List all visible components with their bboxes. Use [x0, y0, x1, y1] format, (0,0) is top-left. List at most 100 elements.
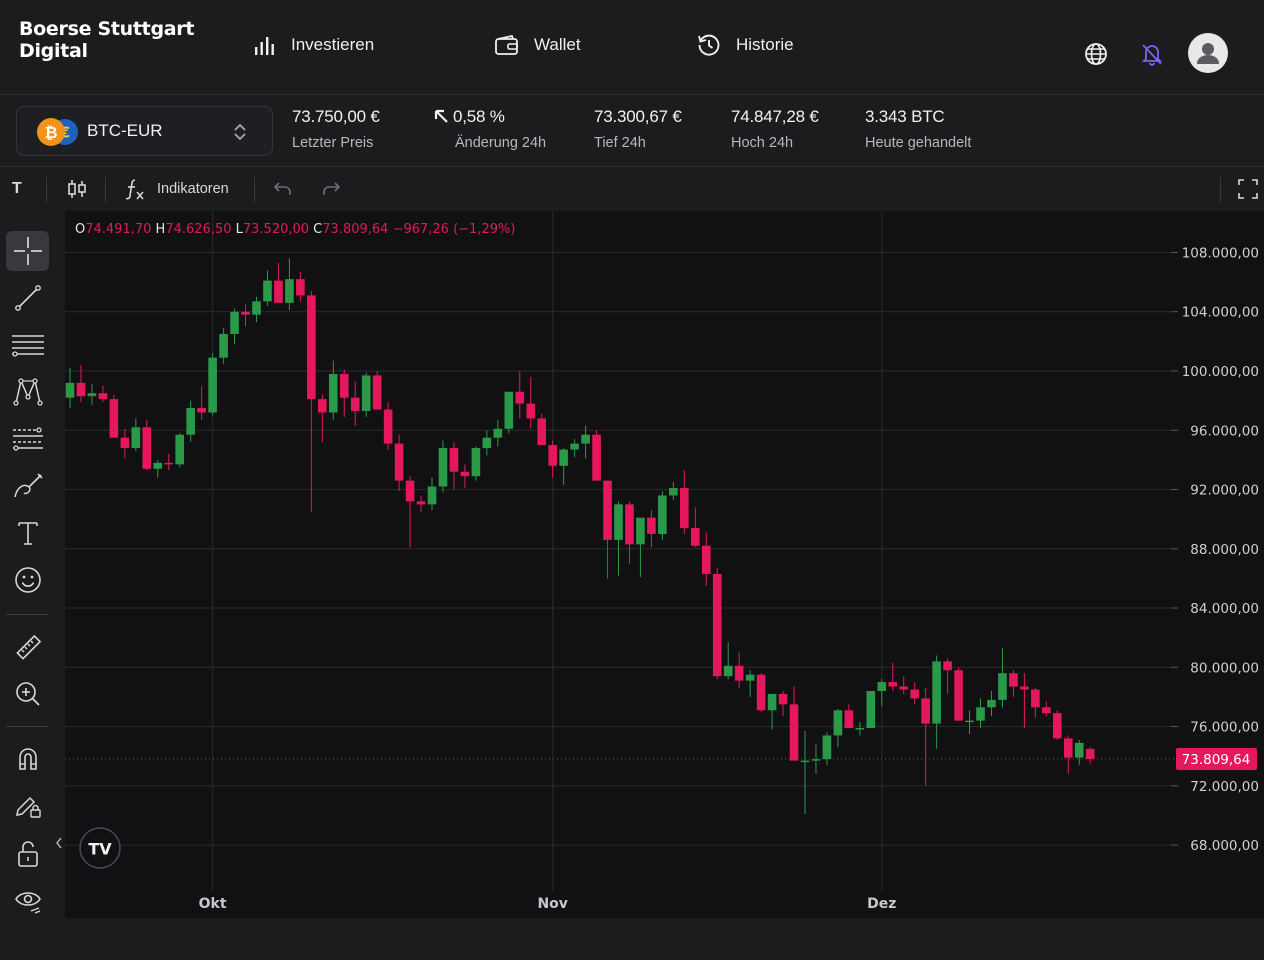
- candle-body: [394, 443, 404, 481]
- undo-button[interactable]: [273, 167, 293, 211]
- wallet-icon: [495, 34, 518, 55]
- price-chart[interactable]: 108.000,00 104.000,00 100.000,00 96.000,00 9…: [65, 211, 1264, 918]
- candle: [350, 381, 360, 426]
- nav-wallet-label: Wallet: [534, 35, 581, 54]
- candle: [789, 686, 799, 761]
- candle-body: [932, 661, 941, 724]
- candle: [120, 428, 130, 459]
- candle: [98, 385, 108, 403]
- candle: [307, 291, 316, 512]
- fib-retracement-icon: [12, 427, 43, 451]
- text-tool[interactable]: [6, 513, 49, 553]
- nav-investieren[interactable]: Investieren: [253, 30, 374, 60]
- candle-body: [515, 391, 525, 404]
- fib-retracement-tool[interactable]: [6, 419, 49, 459]
- globe-icon[interactable]: [1084, 42, 1108, 66]
- horizontal-lines-tool[interactable]: [6, 325, 49, 365]
- candle-body: [921, 698, 930, 724]
- candle-body: [109, 399, 119, 438]
- interval-button[interactable]: T: [12, 167, 22, 211]
- indicators-label: Indikatoren: [157, 181, 229, 197]
- candle: [866, 691, 876, 729]
- pattern-tool[interactable]: [6, 372, 49, 412]
- y-axis-tick-label: 96.000,00: [1190, 423, 1259, 439]
- candle: [252, 296, 261, 323]
- magnet-tool[interactable]: [6, 738, 49, 778]
- candle-body: [614, 504, 623, 540]
- candle-body: [548, 445, 557, 466]
- zoom-in-tool[interactable]: [6, 674, 49, 714]
- candle-body: [756, 674, 766, 711]
- emoji-tool[interactable]: [6, 560, 49, 600]
- candle-body: [592, 434, 601, 481]
- candle: [647, 510, 656, 548]
- trend-line-tool[interactable]: [6, 278, 49, 318]
- lock-tool[interactable]: [6, 834, 49, 874]
- candle: [526, 376, 536, 429]
- candle: [954, 667, 963, 721]
- market-stats-bar: € ₿ BTC-EUR 73.750,00 € Letzter Preis 0,…: [0, 95, 1264, 167]
- candle: [208, 353, 217, 416]
- indicators-button[interactable]: Indikatoren: [124, 167, 229, 211]
- candle-body: [745, 674, 755, 681]
- candle: [427, 477, 437, 511]
- stat-low-24h: 73.300,67 € Tief 24h: [594, 107, 682, 151]
- zoom-in-icon: [15, 682, 40, 706]
- visibility-tool[interactable]: [6, 881, 49, 921]
- candle: [394, 434, 404, 491]
- candle: [844, 704, 854, 729]
- candle: [976, 698, 985, 729]
- candle-body: [998, 673, 1007, 700]
- logo-line-2: Digital: [19, 40, 88, 62]
- candle-body: [1053, 713, 1062, 739]
- high-24h-label: Hoch 24h: [731, 135, 794, 151]
- candle: [1053, 710, 1062, 740]
- chart-toolbar: T Indikatoren: [0, 167, 1264, 211]
- candle: [1042, 701, 1051, 717]
- candle-body: [1063, 738, 1073, 758]
- fullscreen-button[interactable]: [1238, 167, 1258, 211]
- redo-button[interactable]: [321, 167, 341, 211]
- candle: [438, 440, 448, 493]
- candlestick-chart[interactable]: 108.000,00 104.000,00 100.000,00 96.000,00 9…: [65, 211, 1264, 918]
- bell-off-icon[interactable]: [1141, 42, 1163, 66]
- measure-tool[interactable]: [6, 628, 49, 668]
- candle-body: [175, 434, 184, 465]
- candle-body: [888, 682, 898, 687]
- candle: [943, 658, 952, 694]
- candle: [164, 453, 174, 471]
- brush-icon: [13, 473, 43, 498]
- candle: [219, 328, 228, 364]
- ohlc-close-value: 73.809,64: [322, 222, 388, 237]
- candle: [482, 430, 492, 456]
- candle-body: [460, 471, 470, 477]
- last-price-value: 73.750,00 €: [292, 107, 380, 126]
- ohlc-change-value: −967,26 (−1,29%): [388, 222, 515, 237]
- candle: [153, 459, 163, 478]
- tradingview-logo[interactable]: TV: [79, 827, 121, 869]
- candle-body: [493, 428, 503, 438]
- chart-type-button[interactable]: [66, 167, 88, 211]
- change-24h-label: Änderung 24h: [455, 135, 547, 151]
- candle: [592, 430, 601, 481]
- user-avatar-icon[interactable]: [1188, 33, 1228, 73]
- toolbar-divider: [46, 177, 47, 203]
- candle-body: [680, 488, 689, 529]
- crosshair-tool[interactable]: [6, 231, 49, 271]
- pair-selector[interactable]: € ₿ BTC-EUR: [16, 106, 273, 156]
- candle-body: [274, 280, 283, 303]
- candle: [131, 418, 141, 451]
- collapse-chevron-icon[interactable]: [55, 837, 63, 849]
- candle: [175, 433, 184, 468]
- candle-body: [625, 504, 634, 545]
- candle-body: [559, 449, 568, 466]
- fullscreen-icon: [1238, 179, 1258, 199]
- brush-tool[interactable]: [6, 466, 49, 506]
- nav-wallet[interactable]: Wallet: [494, 30, 581, 60]
- logo[interactable]: Boerse Stuttgart Digital: [19, 18, 194, 62]
- candle: [537, 413, 547, 446]
- draw-lock-tool[interactable]: [6, 786, 49, 826]
- nav-historie[interactable]: Historie: [696, 30, 794, 60]
- candle-body: [767, 693, 777, 711]
- candle-body: [153, 462, 163, 469]
